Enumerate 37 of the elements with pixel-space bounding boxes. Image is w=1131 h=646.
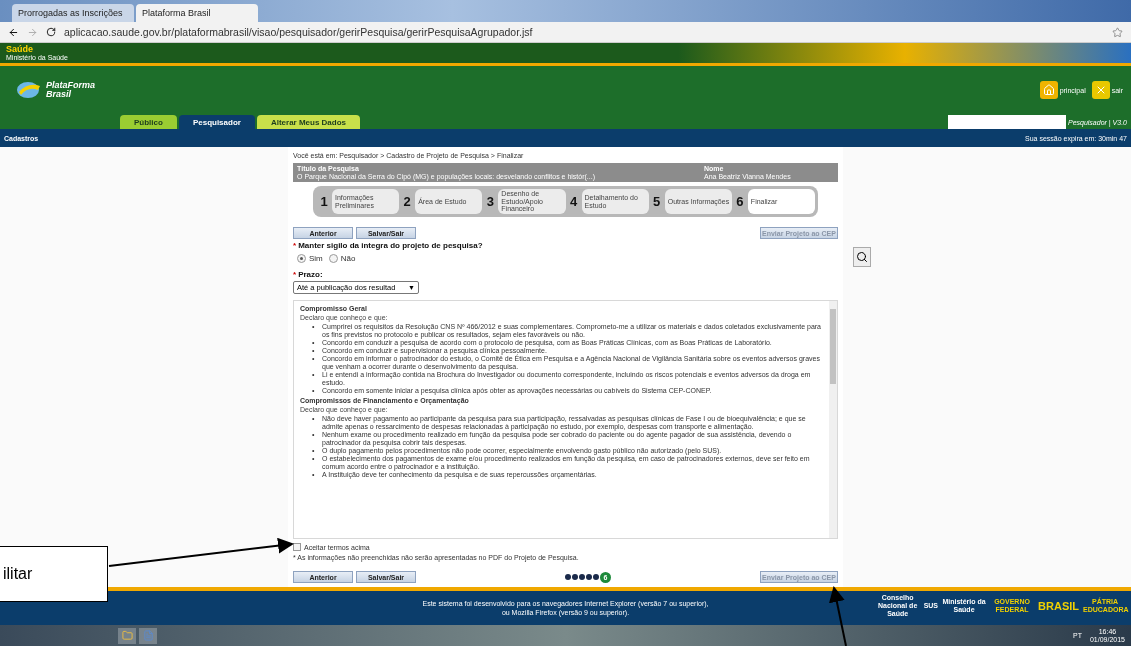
radio-option[interactable]: Sim <box>297 254 323 263</box>
annotation-text: ilitar <box>3 565 33 583</box>
page-dot[interactable] <box>579 574 585 580</box>
reload-icon[interactable] <box>46 27 56 37</box>
footer-logo-text: BRASIL <box>1038 602 1079 610</box>
question-label: * Manter sigilo da integra do projeto de pesquisa? <box>293 241 484 250</box>
search-icon[interactable] <box>853 247 871 267</box>
gov-bar-title: Saúde <box>6 44 34 54</box>
home-icon <box>1039 81 1058 99</box>
browser-tab[interactable]: Plataforma Brasil <box>136 4 258 22</box>
nav-tab[interactable]: Público <box>120 115 177 129</box>
step-number: 3 <box>485 194 495 209</box>
nav-tab[interactable]: Alterar Meus Dados <box>256 115 361 129</box>
page-dot[interactable] <box>565 574 571 580</box>
annotation-arrow <box>829 586 847 646</box>
page-dot[interactable] <box>572 574 578 580</box>
back-icon[interactable] <box>8 26 19 38</box>
deadline-label: * Prazo: <box>293 270 324 279</box>
page-dot[interactable] <box>586 574 592 580</box>
close-icon <box>1091 81 1110 99</box>
radio-button[interactable] <box>297 254 306 263</box>
folder-icon[interactable] <box>118 627 136 644</box>
step-number: 4 <box>568 194 579 209</box>
radio-option[interactable]: Não <box>328 254 356 263</box>
step-number: 2 <box>402 194 412 209</box>
logo-text: PlataForma <box>46 81 96 90</box>
step-number: 6 <box>735 194 745 209</box>
logo-text: Brasil <box>46 90 72 99</box>
step-number: 1 <box>319 194 329 209</box>
page-dot[interactable] <box>593 574 599 580</box>
browser-tab[interactable]: Prorrogadas as Inscrições <box>12 4 134 22</box>
checkbox[interactable] <box>293 543 301 551</box>
globe-logo-icon <box>16 80 42 100</box>
radio-button[interactable] <box>328 254 338 263</box>
nav-tab[interactable]: Pesquisador <box>178 115 255 129</box>
step-number: 5 <box>652 194 662 209</box>
star-icon[interactable] <box>1112 26 1123 38</box>
